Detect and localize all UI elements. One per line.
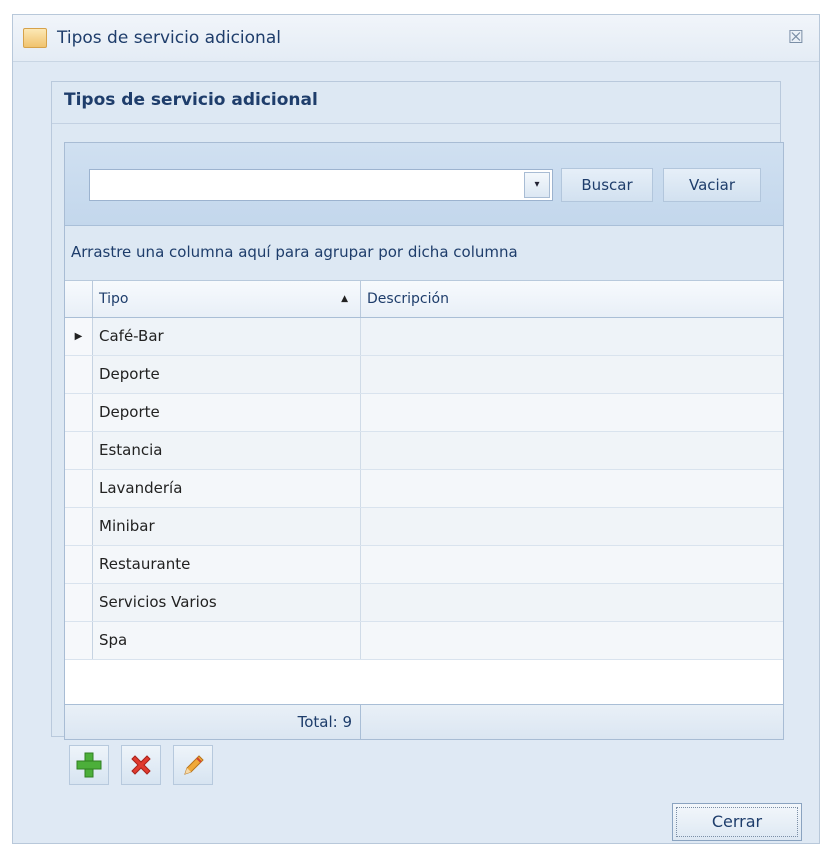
data-grid: ▾ Buscar Vaciar Arrastre una columna aqu… [64,142,784,740]
cell-descripcion[interactable] [361,622,783,659]
chevron-down-icon[interactable]: ▾ [524,172,550,198]
grid-rows: ▶ Café-Bar Deporte Deporte Estancia Lava… [65,318,783,660]
column-header-tipo[interactable]: Tipo ▲ [93,281,361,317]
table-row[interactable]: Spa [65,622,783,660]
cell-tipo[interactable]: Lavandería [93,470,361,507]
row-indicator-header [65,281,93,317]
cell-descripcion[interactable] [361,432,783,469]
cell-tipo[interactable]: Restaurante [93,546,361,583]
cell-descripcion[interactable] [361,546,783,583]
search-input[interactable] [90,170,520,200]
row-indicator [65,470,93,507]
cell-descripcion[interactable] [361,584,783,621]
table-row[interactable]: ▶ Café-Bar [65,318,783,356]
pencil-icon [184,755,204,775]
cell-tipo[interactable]: Minibar [93,508,361,545]
cerrar-button[interactable]: Cerrar [672,803,802,841]
table-row[interactable]: Servicios Varios [65,584,783,622]
cell-tipo[interactable]: Deporte [93,394,361,431]
row-indicator [65,622,93,659]
cell-tipo[interactable]: Deporte [93,356,361,393]
delete-button[interactable] [121,745,161,785]
add-button[interactable] [69,745,109,785]
vaciar-button[interactable]: Vaciar [663,168,761,202]
x-icon [131,755,151,775]
dialog-window: Tipos de servicio adicional ☒ Tipos de s… [12,14,820,844]
table-row[interactable]: Deporte [65,356,783,394]
cell-descripcion[interactable] [361,356,783,393]
cell-descripcion[interactable] [361,470,783,507]
buscar-button[interactable]: Buscar [561,168,653,202]
plus-icon [76,752,102,778]
total-count: Total: 9 [93,705,361,739]
cell-tipo[interactable]: Servicios Varios [93,584,361,621]
grid-header: Tipo ▲ Descripción [65,281,783,318]
row-indicator [65,546,93,583]
row-indicator [65,356,93,393]
current-row-icon: ▶ [65,318,93,355]
folder-icon [23,28,47,48]
cell-tipo[interactable]: Café-Bar [93,318,361,355]
row-indicator [65,432,93,469]
cell-tipo[interactable]: Estancia [93,432,361,469]
column-header-descripcion[interactable]: Descripción [361,281,783,317]
cell-descripcion[interactable] [361,318,783,355]
title-bar: Tipos de servicio adicional ☒ [13,15,819,62]
cell-tipo[interactable]: Spa [93,622,361,659]
cell-descripcion[interactable] [361,508,783,545]
row-indicator [65,508,93,545]
grid-footer: Total: 9 [65,704,783,739]
column-header-label: Tipo [99,291,129,307]
group-by-panel[interactable]: Arrastre una columna aquí para agrupar p… [65,226,783,281]
group-by-hint: Arrastre una columna aquí para agrupar p… [71,243,518,261]
group-box: Tipos de servicio adicional ▾ Buscar Vac… [51,81,784,740]
table-row[interactable]: Deporte [65,394,783,432]
window-title: Tipos de servicio adicional [57,28,281,48]
table-row[interactable]: Estancia [65,432,783,470]
table-row[interactable]: Lavandería [65,470,783,508]
close-icon[interactable]: ☒ [785,27,807,49]
search-combo[interactable]: ▾ [89,169,553,201]
table-row[interactable]: Restaurante [65,546,783,584]
row-indicator [65,584,93,621]
search-panel: ▾ Buscar Vaciar [65,143,783,226]
sort-ascending-icon: ▲ [341,294,348,304]
cell-descripcion[interactable] [361,394,783,431]
row-indicator [65,394,93,431]
table-row[interactable]: Minibar [65,508,783,546]
group-title: Tipos de servicio adicional [64,90,318,110]
edit-button[interactable] [173,745,213,785]
divider [52,123,780,124]
